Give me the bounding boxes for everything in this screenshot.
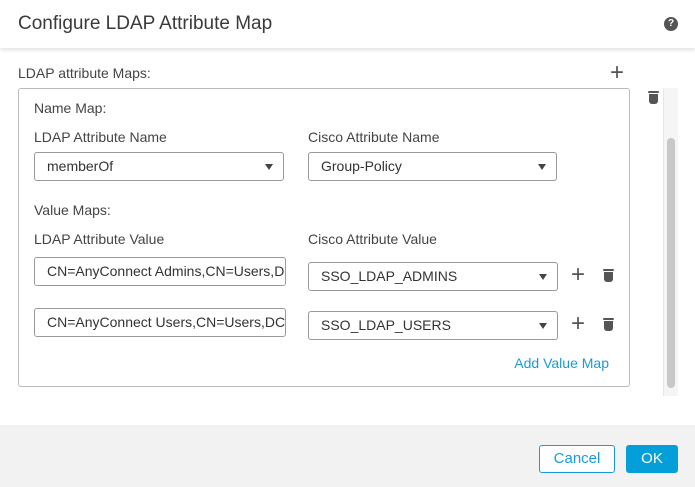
- maps-label: LDAP attribute Maps:: [18, 65, 151, 81]
- ldap-attribute-name-label: LDAP Attribute Name: [34, 129, 167, 145]
- dialog-title: Configure LDAP Attribute Map: [18, 13, 273, 34]
- cisco-attribute-name-select[interactable]: Group-Policy: [308, 152, 557, 181]
- help-icon[interactable]: ?: [664, 17, 678, 31]
- cisco-attribute-value-label: Cisco Attribute Value: [308, 231, 437, 247]
- add-map-button[interactable]: +: [610, 61, 624, 85]
- scrollbar-thumb[interactable]: [667, 138, 675, 388]
- cisco-value-select[interactable]: SSO_LDAP_ADMINS: [308, 262, 558, 291]
- delete-value-row-trash-icon[interactable]: [603, 269, 614, 282]
- ok-button[interactable]: OK: [626, 445, 678, 473]
- add-value-row-button[interactable]: +: [571, 263, 585, 287]
- name-map-heading: Name Map:: [34, 100, 107, 116]
- add-value-map-link[interactable]: Add Value Map: [514, 355, 609, 371]
- cisco-attribute-name-label: Cisco Attribute Name: [308, 129, 440, 145]
- delete-value-row-trash-icon[interactable]: [603, 318, 614, 331]
- add-value-row-button[interactable]: +: [571, 312, 585, 336]
- ldap-attribute-value-label: LDAP Attribute Value: [34, 231, 165, 247]
- delete-map-trash-icon[interactable]: [648, 91, 659, 104]
- cancel-button[interactable]: Cancel: [539, 445, 615, 473]
- ldap-attribute-name-select[interactable]: memberOf: [34, 152, 284, 181]
- cisco-value-select[interactable]: SSO_LDAP_USERS: [308, 311, 558, 340]
- ldap-value-input[interactable]: CN=AnyConnect Users,CN=Users,DC=example: [34, 308, 286, 337]
- value-maps-heading: Value Maps:: [34, 202, 111, 218]
- ldap-value-input[interactable]: CN=AnyConnect Admins,CN=Users,DC=example: [34, 257, 286, 286]
- dialog-header: Configure LDAP Attribute Map ?: [0, 0, 695, 48]
